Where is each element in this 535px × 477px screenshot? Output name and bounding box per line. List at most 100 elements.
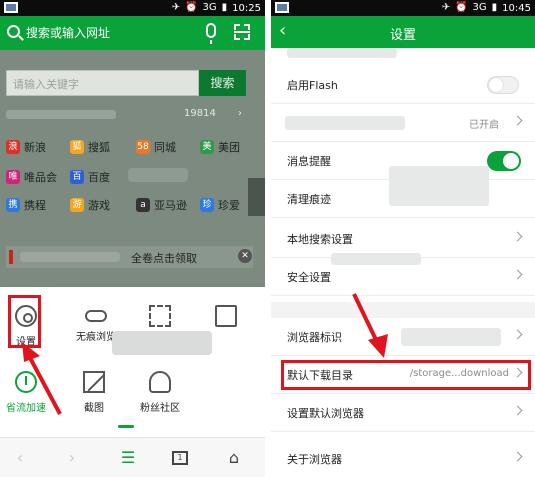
site-amazon[interactable]: a 亚马逊 <box>136 194 187 216</box>
setting-value: 已开启 <box>469 120 499 131</box>
banner-mark <box>9 250 13 264</box>
ctrip-icon: 携 <box>6 198 20 212</box>
site-baidu[interactable]: 百百度 <box>70 166 110 188</box>
menu-screenshot-label: 截图 <box>84 403 104 414</box>
incognito-icon <box>85 310 107 322</box>
browser-menu-panel: 设置 无痕浏览 省流加速 截图 粉丝社区 <box>0 287 265 437</box>
keyword-placeholder: 请输入关键字 <box>13 78 79 91</box>
windows-button[interactable]: 1 <box>172 451 188 465</box>
toggle-switch-off[interactable] <box>487 76 519 94</box>
zhenai-icon: 珍 <box>200 198 214 212</box>
blurred-overlay <box>331 253 421 265</box>
meituan-icon: 美 <box>200 140 214 154</box>
dimmed-homepage: 请输入关键字 搜索 19814 › 浪新浪 狐搜狐 58 同城 美美团 唯唯品会 … <box>0 50 265 287</box>
menu-fans[interactable]: 粉丝社区 <box>134 361 186 417</box>
setting-label: 关于浏览器 <box>287 453 342 466</box>
network-type: 3G <box>202 2 217 13</box>
blurred-text <box>6 110 116 119</box>
chevron-right-icon <box>512 269 523 280</box>
site-58[interactable]: 58 同城 <box>136 136 176 158</box>
settings-group-general: 启用Flash 已开启 消息提醒 清理痕迹 本地搜索设置 安全设置 <box>271 48 535 302</box>
blurred-label <box>285 116 405 130</box>
amazon-icon: a <box>136 198 150 212</box>
setting-user-agent[interactable]: 浏览器标识 <box>271 318 535 356</box>
site-meituan[interactable]: 美美团 <box>200 136 240 158</box>
baidu-icon: 百 <box>70 170 84 184</box>
banner-text: 全卷点击领取 <box>131 252 197 265</box>
scan-icon[interactable] <box>234 24 250 40</box>
sina-icon: 浪 <box>6 140 20 154</box>
forward-button[interactable]: › <box>60 446 84 470</box>
vip-icon: 唯 <box>6 170 20 184</box>
setting-label: 消息提醒 <box>287 155 331 168</box>
page-title: 设置 <box>389 28 416 43</box>
keyword-input[interactable]: 请输入关键字 <box>6 70 199 96</box>
search-bar[interactable]: 搜索或输入网址 <box>0 16 265 50</box>
blurred-row-partial <box>287 48 397 58</box>
setting-flash[interactable]: 启用Flash <box>271 66 535 104</box>
notification-image-icon <box>4 2 18 13</box>
site-ctrip[interactable]: 携携程 <box>6 194 46 216</box>
chevron-right-icon <box>512 115 523 126</box>
highlight-box <box>281 360 531 390</box>
status-bar: ✈ ⏰ 3G ▮ 10:45 <box>271 0 535 16</box>
menu-button[interactable]: ☰ <box>116 446 140 470</box>
setting-label: 浏览器标识 <box>287 331 342 344</box>
fans-icon <box>149 371 171 393</box>
battery-icon: ▮ <box>491 2 498 13</box>
setting-about[interactable]: 关于浏览器 <box>271 440 535 477</box>
search-input[interactable]: 搜索或输入网址 <box>26 24 110 41</box>
browser-menu-screen: ✈ ⏰ 3G ▮ 10:25 搜索或输入网址 请输入关键字 搜索 19814 ›… <box>0 0 265 477</box>
settings-screen: ✈ ⏰ 3G ▮ 10:45 ‹ 设置 启用Flash 已开启 消息提醒 清理痕… <box>271 0 535 477</box>
site-game[interactable]: 游游戏 <box>70 194 110 216</box>
alarm-icon: ⏰ <box>185 2 198 13</box>
chevron-right-icon <box>512 451 523 462</box>
menu-fans-label: 粉丝社区 <box>140 403 180 414</box>
setting-blurred-option[interactable]: 已开启 <box>271 104 535 142</box>
microphone-icon[interactable] <box>206 23 216 44</box>
status-bar: ✈ ⏰ 3G ▮ 10:25 <box>0 0 265 16</box>
battery-icon: ▮ <box>221 2 228 13</box>
58tongcheng-icon: 58 <box>136 140 150 154</box>
highlight-box <box>8 295 41 348</box>
clock: 10:45 <box>502 2 531 14</box>
site-sohu[interactable]: 狐搜狐 <box>70 136 110 158</box>
signal-icon: ✈ <box>171 2 181 13</box>
chevron-right-icon <box>512 405 523 416</box>
menu-speed-label: 省流加速 <box>6 403 46 414</box>
blurred-overlay <box>389 166 489 206</box>
blurred-site <box>128 168 188 182</box>
menu-screenshot[interactable]: 截图 <box>68 361 120 417</box>
promo-banner[interactable]: 全卷点击领取 ✕ <box>6 246 253 268</box>
back-button[interactable]: ‹ <box>8 446 32 470</box>
site-vip[interactable]: 唯唯品会 <box>6 166 57 188</box>
keyword-search-button[interactable]: 搜索 <box>199 70 246 96</box>
setting-label: 清理痕迹 <box>287 193 331 206</box>
blurred-text <box>20 252 120 262</box>
home-button[interactable]: ⌂ <box>222 446 246 470</box>
chevron-right-icon: › <box>238 108 242 119</box>
chevron-right-icon <box>512 231 523 242</box>
blurred-value <box>401 328 501 346</box>
toggle-switch-on[interactable] <box>487 151 521 171</box>
speed-icon <box>15 371 37 393</box>
network-type: 3G <box>472 2 487 13</box>
close-icon[interactable]: ✕ <box>238 249 252 263</box>
setting-label: 启用Flash <box>287 79 338 92</box>
screenshot-icon <box>83 371 105 393</box>
bottom-toolbar: ‹ › ☰ 1 ⌂ <box>0 437 265 477</box>
sohu-icon: 狐 <box>70 140 84 154</box>
page-indicator <box>118 425 134 428</box>
site-sina[interactable]: 浪新浪 <box>6 136 46 158</box>
hot-count: 19814 <box>184 108 216 119</box>
notification-image-icon <box>275 2 289 13</box>
setting-label: 设置默认浏览器 <box>287 407 364 420</box>
setting-default-browser[interactable]: 设置默认浏览器 <box>271 394 535 432</box>
alarm-icon: ⏰ <box>455 2 468 13</box>
settings-header: ‹ 设置 <box>271 16 535 48</box>
fullscreen-icon <box>149 305 171 327</box>
image-mode-icon <box>215 305 237 327</box>
site-zhenai[interactable]: 珍珍爱 <box>200 194 240 216</box>
menu-speed[interactable]: 省流加速 <box>0 361 52 417</box>
settings-group-browser: 浏览器标识 默认下载目录 /storage...download 设置默认浏览器… <box>271 318 535 477</box>
